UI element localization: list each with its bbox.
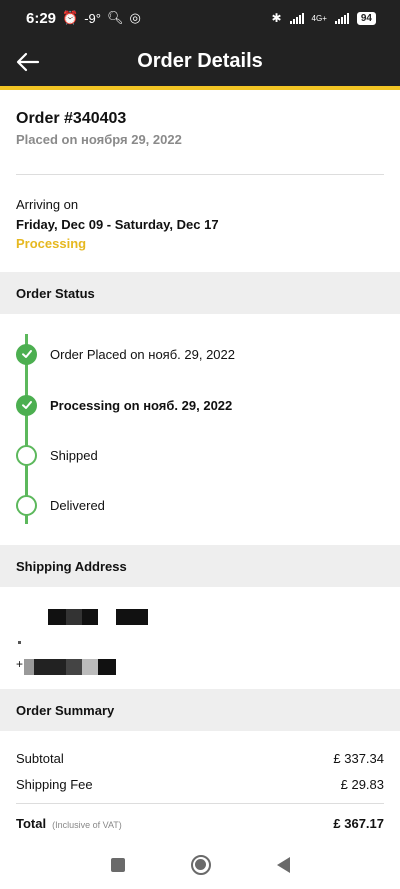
timeline-step-processing: Processing on нояб. 29, 2022 <box>16 394 232 416</box>
total-label: Total <box>16 815 47 831</box>
arrival-info: Arriving on Friday, Dec 09 - Saturday, D… <box>16 197 219 251</box>
arriving-dates: Friday, Dec 09 - Saturday, Dec 17 <box>16 217 219 232</box>
redacted-text <box>66 659 82 675</box>
signal-icon-2 <box>334 12 349 24</box>
status-time: 6:29 <box>26 9 57 27</box>
timeline-step-delivered: Delivered <box>16 494 105 516</box>
placed-on-date: Placed on ноября 29, 2022 <box>16 132 182 147</box>
check-circle-icon <box>16 343 37 365</box>
order-number: Order #340403 <box>16 110 127 127</box>
order-status-timeline: Order Placed on нояб. 29, 2022 Processin… <box>0 314 400 545</box>
total-row: Total (Inclusive of VAT) £ 367.17 <box>16 808 384 838</box>
arrow-left-icon[interactable] <box>14 48 42 76</box>
timeline-step-label: Delivered <box>50 497 105 513</box>
redacted-text <box>98 659 116 675</box>
app-bar: Order Details <box>0 36 400 90</box>
shipping-fee-value: £ 29.83 <box>340 776 384 792</box>
subtotal-row: Subtotal £ 337.34 <box>16 745 384 771</box>
timeline-step-placed: Order Placed on нояб. 29, 2022 <box>16 343 235 365</box>
divider <box>16 803 384 804</box>
order-summary: Subtotal £ 337.34 Shipping Fee £ 29.83 T… <box>16 745 384 838</box>
check-circle-icon <box>16 394 37 416</box>
order-summary-heading: Order Summary <box>0 689 400 731</box>
redacted-text <box>48 609 66 625</box>
subtotal-label: Subtotal <box>16 750 64 766</box>
redacted-text <box>34 659 66 675</box>
battery-icon: 94 <box>356 11 376 25</box>
timeline-step-shipped: Shipped <box>16 444 98 466</box>
network-type: 4G+ <box>311 13 327 23</box>
redacted-text <box>116 609 148 625</box>
back-triangle-icon[interactable] <box>276 856 290 873</box>
subtotal-value: £ 337.34 <box>333 750 384 766</box>
signal-icon <box>289 12 304 24</box>
redacted-text <box>18 641 21 644</box>
redacted-text <box>66 609 82 625</box>
recents-square-icon[interactable] <box>110 857 125 872</box>
page-title: Order Details <box>137 49 263 72</box>
shipping-address-block: + <box>0 587 400 689</box>
home-circle-icon[interactable] <box>190 854 211 875</box>
redacted-text <box>82 609 98 625</box>
shipping-fee-label: Shipping Fee <box>16 776 93 792</box>
vat-note: (Inclusive of VAT) <box>52 819 122 830</box>
timeline-step-label: Order Placed on нояб. 29, 2022 <box>50 346 235 362</box>
redacted-text <box>24 659 34 675</box>
total-value: £ 367.17 <box>333 815 384 831</box>
status-bar: 6:29 ⏰ -9° 🔍︎ ◎ ✱ 4G+ 94 <box>0 0 400 36</box>
shipping-fee-row: Shipping Fee £ 29.83 <box>16 771 384 797</box>
temperature-readout: -9° <box>84 10 101 26</box>
search-icon: 🔍︎ <box>106 10 124 25</box>
divider <box>16 174 384 175</box>
order-status-heading: Order Status <box>0 272 400 314</box>
system-nav-bar <box>0 840 400 889</box>
empty-circle-icon <box>16 494 37 516</box>
bluetooth-icon: ✱ <box>271 11 282 25</box>
phone-prefix: + <box>16 657 24 671</box>
arriving-status: Processing <box>16 236 87 251</box>
empty-circle-icon <box>16 444 37 466</box>
timeline-step-label: Shipped <box>50 447 98 463</box>
shipping-address-heading: Shipping Address <box>0 545 400 587</box>
shield-icon: ◎ <box>129 10 141 25</box>
redacted-text <box>82 659 98 675</box>
order-header: Order #340403 Placed on ноября 29, 2022 <box>16 110 182 147</box>
arriving-label: Arriving on <box>16 197 79 212</box>
timeline-step-label: Processing on нояб. 29, 2022 <box>50 397 233 413</box>
alarm-icon: ⏰ <box>62 10 79 25</box>
